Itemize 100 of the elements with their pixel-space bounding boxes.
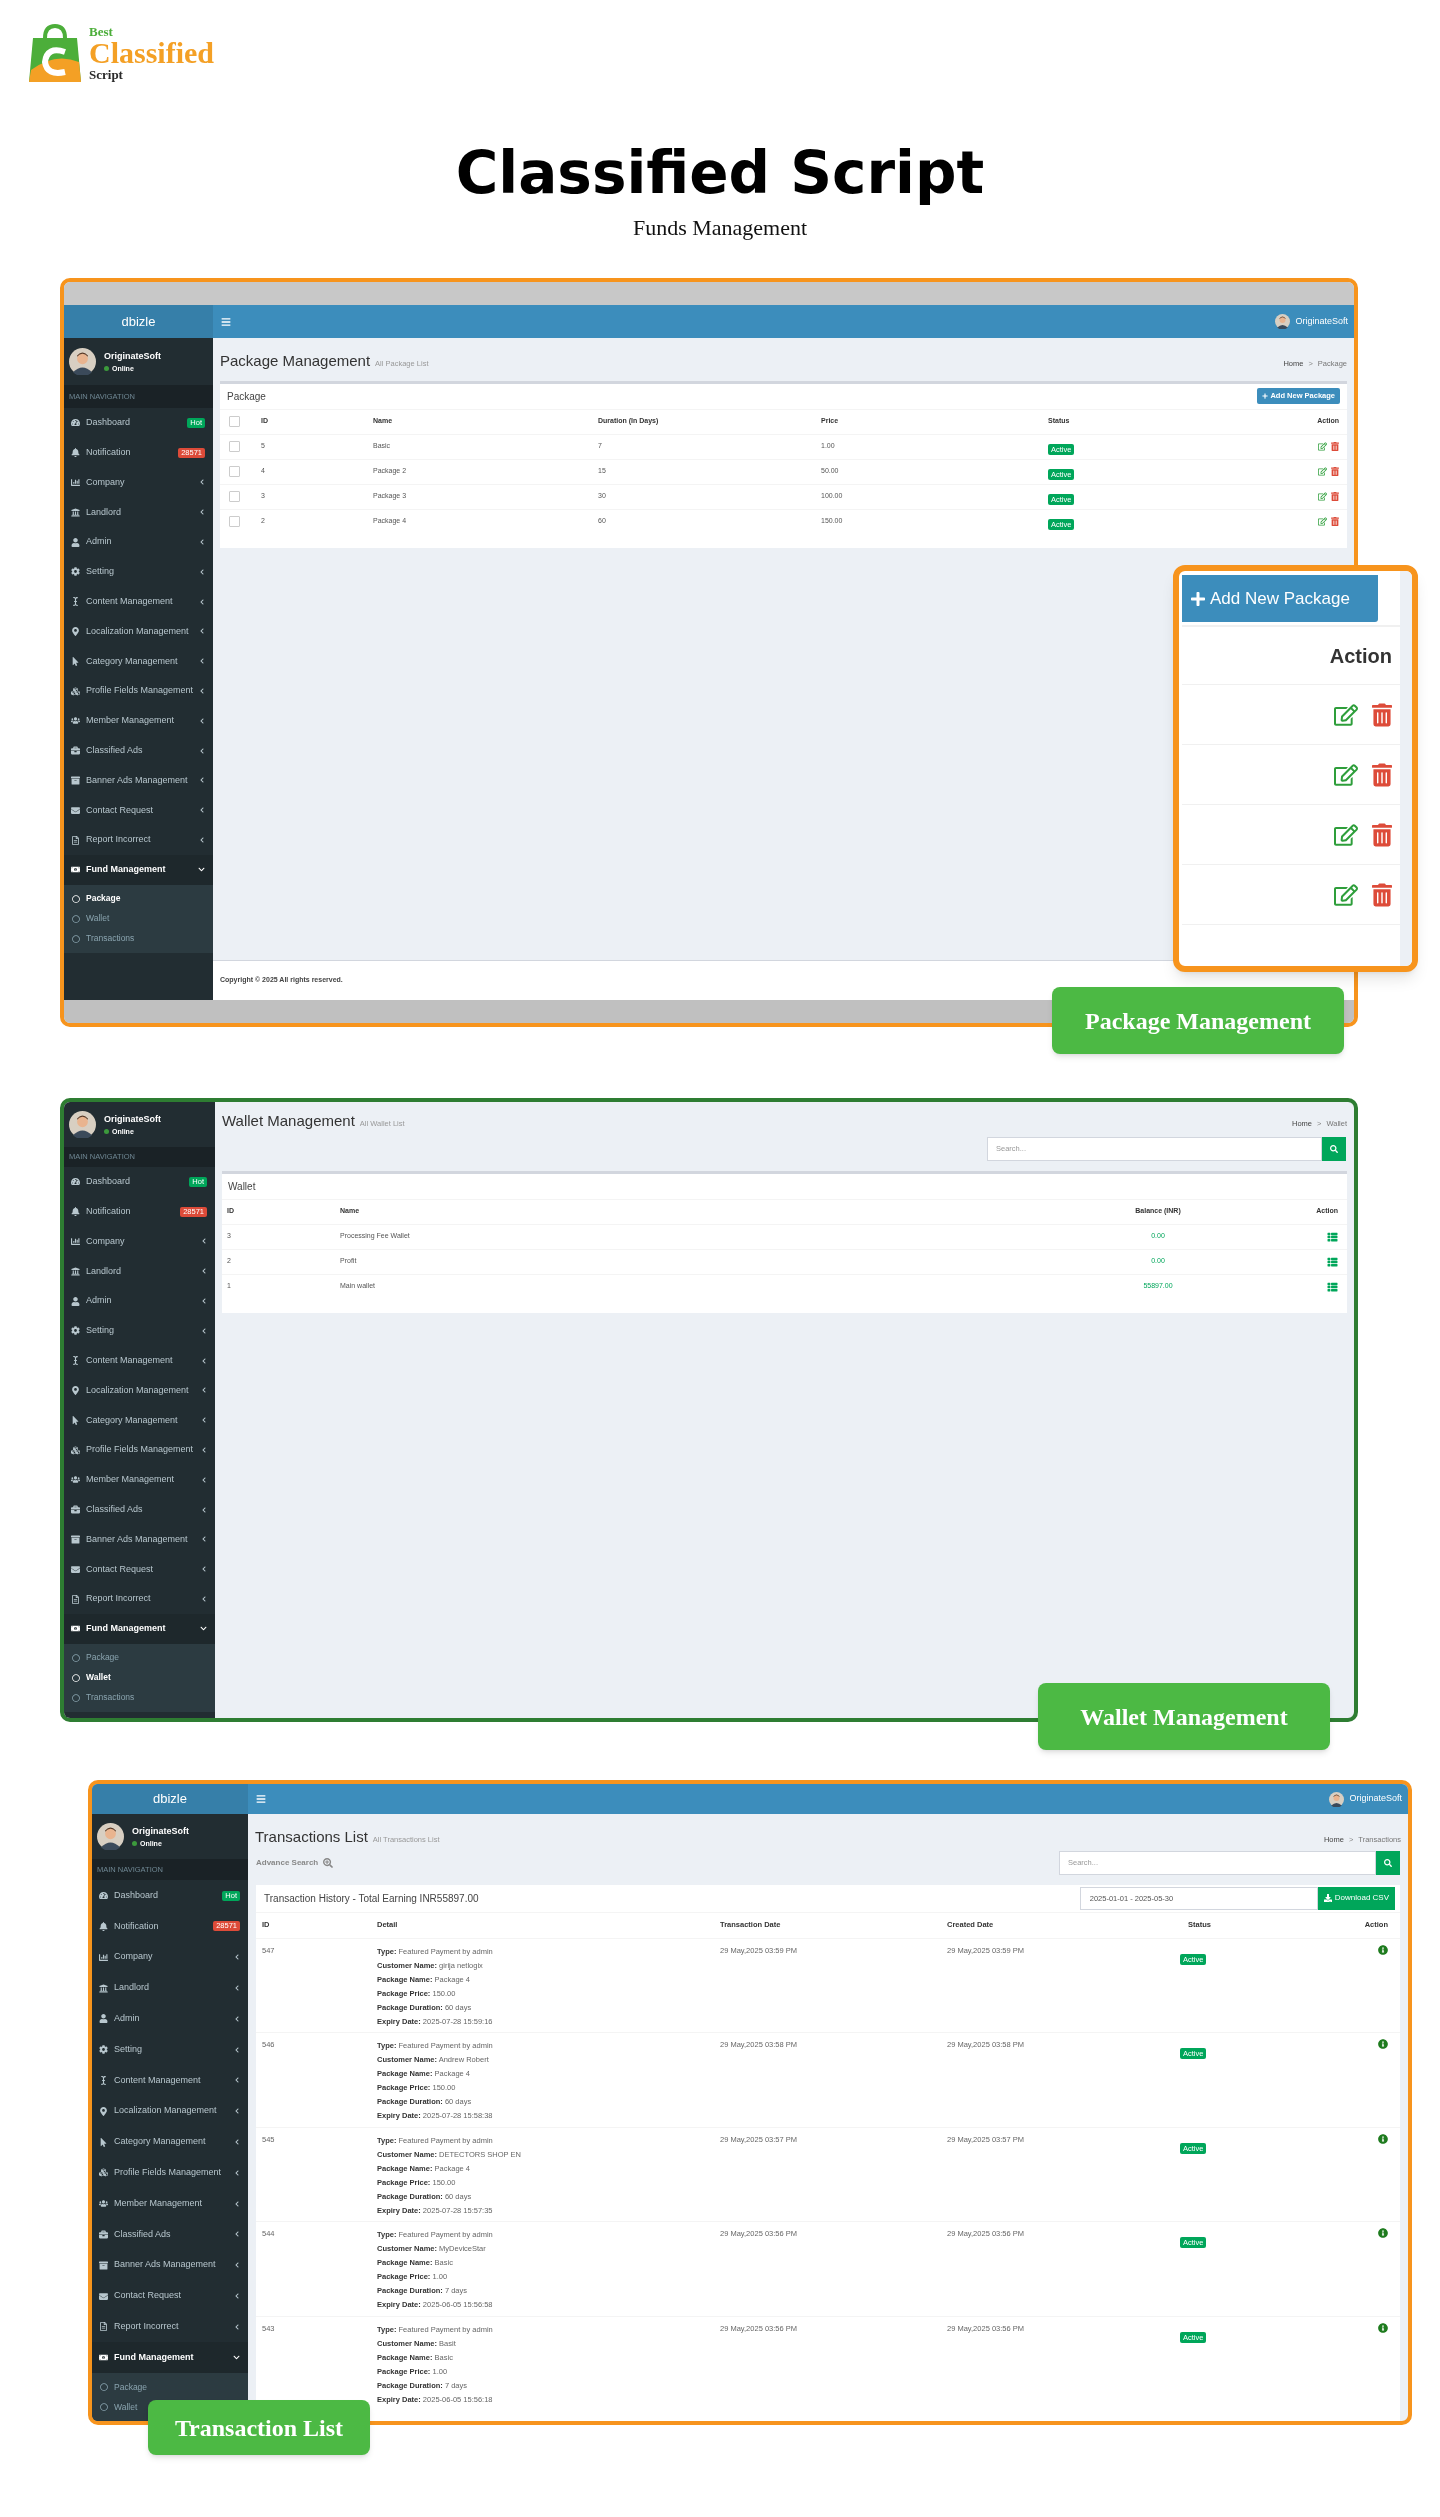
- sidebar-item[interactable]: Category Management: [64, 1405, 215, 1436]
- edit-icon[interactable]: [1334, 882, 1358, 907]
- search-button[interactable]: [1322, 1136, 1346, 1161]
- sidebar-item[interactable]: Company: [64, 1226, 215, 1257]
- trash-icon[interactable]: [1372, 882, 1392, 907]
- sidebar-item[interactable]: Contact Request: [64, 795, 213, 826]
- sidebar-item[interactable]: Company: [92, 1941, 248, 1973]
- bell-icon: [71, 448, 80, 458]
- submenu-item[interactable]: Transactions: [72, 1687, 135, 1708]
- sidebar-item[interactable]: Banner Ads Management: [64, 765, 213, 796]
- sidebar-item[interactable]: Admin: [64, 1286, 215, 1316]
- submenu-item[interactable]: Wallet: [72, 908, 110, 929]
- sidebar-item[interactable]: Content Management: [64, 586, 213, 617]
- app-name: dbizle: [153, 1790, 187, 1809]
- sidebar-item[interactable]: Report Incorrect: [64, 825, 213, 855]
- sidebar-item[interactable]: Localization Management: [64, 1375, 215, 1406]
- edit-icon[interactable]: [1334, 762, 1358, 787]
- sidebar-item[interactable]: Content Management: [64, 1345, 215, 1376]
- bank-icon: [99, 1983, 108, 1993]
- submenu-item[interactable]: Package: [72, 888, 121, 909]
- select-all-checkbox[interactable]: [229, 416, 240, 427]
- info-icon[interactable]: [1378, 2228, 1388, 2238]
- sidebar-item[interactable]: Report Incorrect: [92, 2311, 248, 2343]
- edit-icon[interactable]: [1318, 467, 1327, 476]
- sidebar-item[interactable]: Admin: [92, 2003, 248, 2035]
- add-package-button[interactable]: Add New Package: [1182, 575, 1378, 622]
- submenu-item[interactable]: Package: [100, 2377, 148, 2397]
- map-pin-icon: [99, 2106, 108, 2116]
- edit-icon[interactable]: [1318, 442, 1327, 451]
- chevron-left-icon: [199, 509, 205, 516]
- sidebar-item[interactable]: Member Management: [92, 2188, 248, 2219]
- chevron-left-icon: [199, 658, 205, 665]
- list-icon[interactable]: [1327, 1231, 1338, 1242]
- info-icon[interactable]: [1378, 2039, 1388, 2049]
- sidebar-item[interactable]: Profile Fields Management: [92, 2157, 248, 2189]
- menu-icon[interactable]: [221, 316, 231, 327]
- sidebar-item[interactable]: Category Management: [64, 646, 213, 677]
- list-icon[interactable]: [1327, 1281, 1338, 1292]
- search-button[interactable]: [1376, 1850, 1400, 1875]
- sidebar-item[interactable]: Banner Ads Management: [92, 2249, 248, 2281]
- sidebar-item[interactable]: Contact Request: [64, 1554, 215, 1585]
- users-icon: [71, 716, 80, 726]
- row-checkbox[interactable]: [229, 441, 240, 452]
- submenu-item[interactable]: Wallet: [72, 1667, 111, 1688]
- info-icon[interactable]: [1378, 2133, 1388, 2144]
- submenu-item[interactable]: Transactions: [72, 928, 135, 949]
- list-icon[interactable]: [1327, 1256, 1338, 1267]
- sidebar-item[interactable]: Fund Management: [64, 854, 213, 885]
- sidebar-item[interactable]: Banner Ads Management: [64, 1524, 215, 1555]
- row-checkbox[interactable]: [229, 516, 240, 527]
- sidebar-item[interactable]: Landlord: [64, 1256, 215, 1287]
- sidebar-item[interactable]: Contact Request: [92, 2280, 248, 2312]
- sidebar-item[interactable]: Fund Management: [64, 1613, 215, 1644]
- trash-icon[interactable]: [1331, 442, 1339, 451]
- sidebar-item[interactable]: Profile Fields Management: [64, 676, 213, 706]
- chevron-left-icon: [201, 1327, 207, 1334]
- sidebar-item[interactable]: Setting: [64, 1316, 215, 1346]
- row-checkbox[interactable]: [229, 491, 240, 502]
- info-icon[interactable]: [1378, 1944, 1388, 1955]
- chevron-left-icon: [199, 837, 205, 844]
- sidebar-item[interactable]: Landlord: [92, 1972, 248, 2004]
- sidebar-item[interactable]: Member Management: [64, 1464, 215, 1495]
- edit-icon[interactable]: [1318, 517, 1327, 526]
- trash-icon[interactable]: [1372, 822, 1392, 847]
- sidebar-item[interactable]: Content Management: [92, 2065, 248, 2096]
- info-icon[interactable]: [1378, 2322, 1388, 2333]
- trash-icon[interactable]: [1331, 517, 1339, 526]
- sidebar-item[interactable]: Category Management: [92, 2126, 248, 2158]
- envelope-icon: [99, 2291, 108, 2301]
- sidebar-item[interactable]: Profile Fields Management: [64, 1435, 215, 1465]
- header-user-name[interactable]: OriginateSoft: [1295, 314, 1348, 329]
- trash-icon[interactable]: [1331, 467, 1339, 476]
- edit-icon[interactable]: [1334, 822, 1358, 847]
- banknote-icon: [71, 1624, 80, 1634]
- sidebar-item[interactable]: Setting: [64, 557, 213, 587]
- sidebar-item[interactable]: Localization Management: [92, 2095, 248, 2127]
- gear-icon: [71, 567, 80, 577]
- trash-icon[interactable]: [1372, 702, 1392, 727]
- chevron-left-icon: [201, 1357, 207, 1364]
- edit-icon[interactable]: [1318, 492, 1327, 501]
- sidebar-item[interactable]: Classified Ads: [64, 1494, 215, 1525]
- edit-icon[interactable]: [1334, 702, 1358, 727]
- row-checkbox[interactable]: [229, 466, 240, 477]
- sidebar-item[interactable]: Fund Management: [92, 2342, 248, 2373]
- sidebar-item[interactable]: Company: [64, 467, 213, 498]
- sidebar-item[interactable]: Classified Ads: [64, 735, 213, 766]
- submenu-item[interactable]: Wallet: [100, 2397, 138, 2417]
- trash-icon[interactable]: [1372, 762, 1392, 787]
- sidebar-item[interactable]: Member Management: [64, 705, 213, 736]
- sidebar-item[interactable]: Localization Management: [64, 616, 213, 647]
- sidebar-item[interactable]: Setting: [92, 2034, 248, 2066]
- header-user-name[interactable]: OriginateSoft: [1349, 1792, 1402, 1806]
- banknote-icon: [71, 865, 80, 875]
- sidebar-item[interactable]: Classified Ads: [92, 2219, 248, 2250]
- trash-icon[interactable]: [1331, 492, 1339, 501]
- sidebar-item[interactable]: Landlord: [64, 497, 213, 528]
- sidebar-item[interactable]: Report Incorrect: [64, 1584, 215, 1614]
- menu-icon[interactable]: [256, 1794, 266, 1804]
- submenu-item[interactable]: Package: [72, 1647, 120, 1668]
- sidebar-item[interactable]: Admin: [64, 527, 213, 557]
